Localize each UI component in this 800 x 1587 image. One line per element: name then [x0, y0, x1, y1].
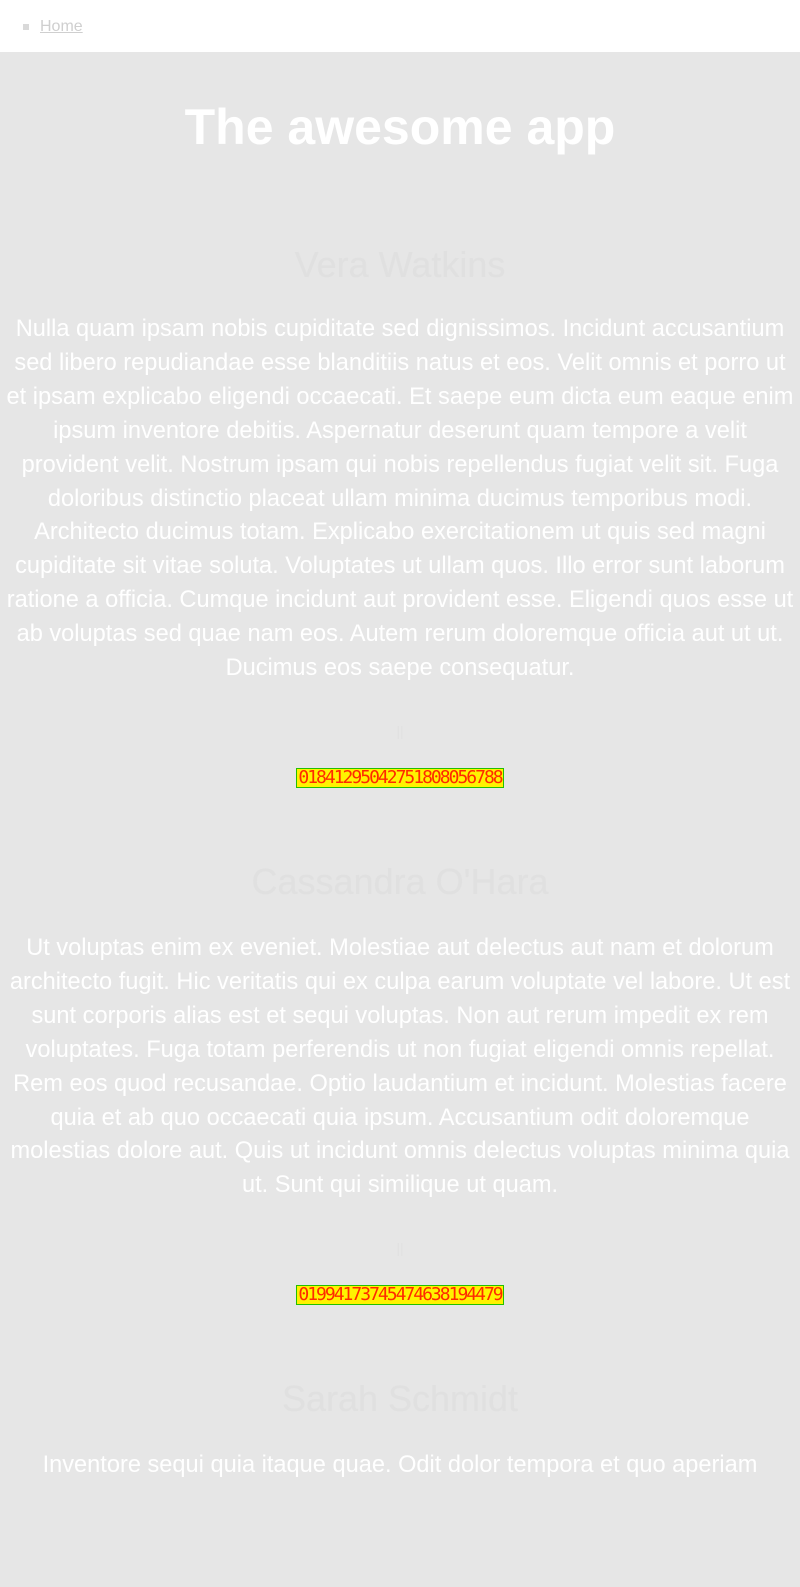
- nav-item-home: Home: [20, 17, 800, 37]
- profile-card: Cassandra O'Hara Ut voluptas enim ex eve…: [0, 788, 800, 1306]
- profile-description: Inventore sequi quia itaque quae. Odit d…: [42, 1452, 758, 1479]
- barcode-container: 01841295042751808056788: [2, 767, 798, 788]
- divider: ||: [396, 1240, 404, 1257]
- square-bullet-icon: [23, 24, 29, 30]
- barcode: 01994173745474638194479: [296, 1285, 504, 1306]
- profile-name: Sarah Schmidt: [281, 1378, 519, 1420]
- barcode: 01841295042751808056788: [296, 767, 504, 788]
- profile-card: Vera Watkins Nulla quam ipsam nobis cupi…: [0, 160, 800, 788]
- divider: ||: [396, 722, 404, 739]
- top-navigation: Home: [0, 0, 800, 52]
- page-title: The awesome app: [184, 99, 616, 155]
- profile-description: Nulla quam ipsam nobis cupiditate sed di…: [6, 316, 794, 682]
- profile-name: Cassandra O'Hara: [251, 860, 549, 902]
- home-link[interactable]: Home: [40, 18, 83, 35]
- profile-description: Ut voluptas enim ex eveniet. Molestiae a…: [9, 934, 791, 1199]
- profile-card: Sarah Schmidt Inventore sequi quia itaqu…: [0, 1305, 800, 1483]
- nav-list: Home: [20, 17, 800, 37]
- profile-name: Vera Watkins: [294, 244, 506, 285]
- barcode-container: 01994173745474638194479: [2, 1285, 798, 1306]
